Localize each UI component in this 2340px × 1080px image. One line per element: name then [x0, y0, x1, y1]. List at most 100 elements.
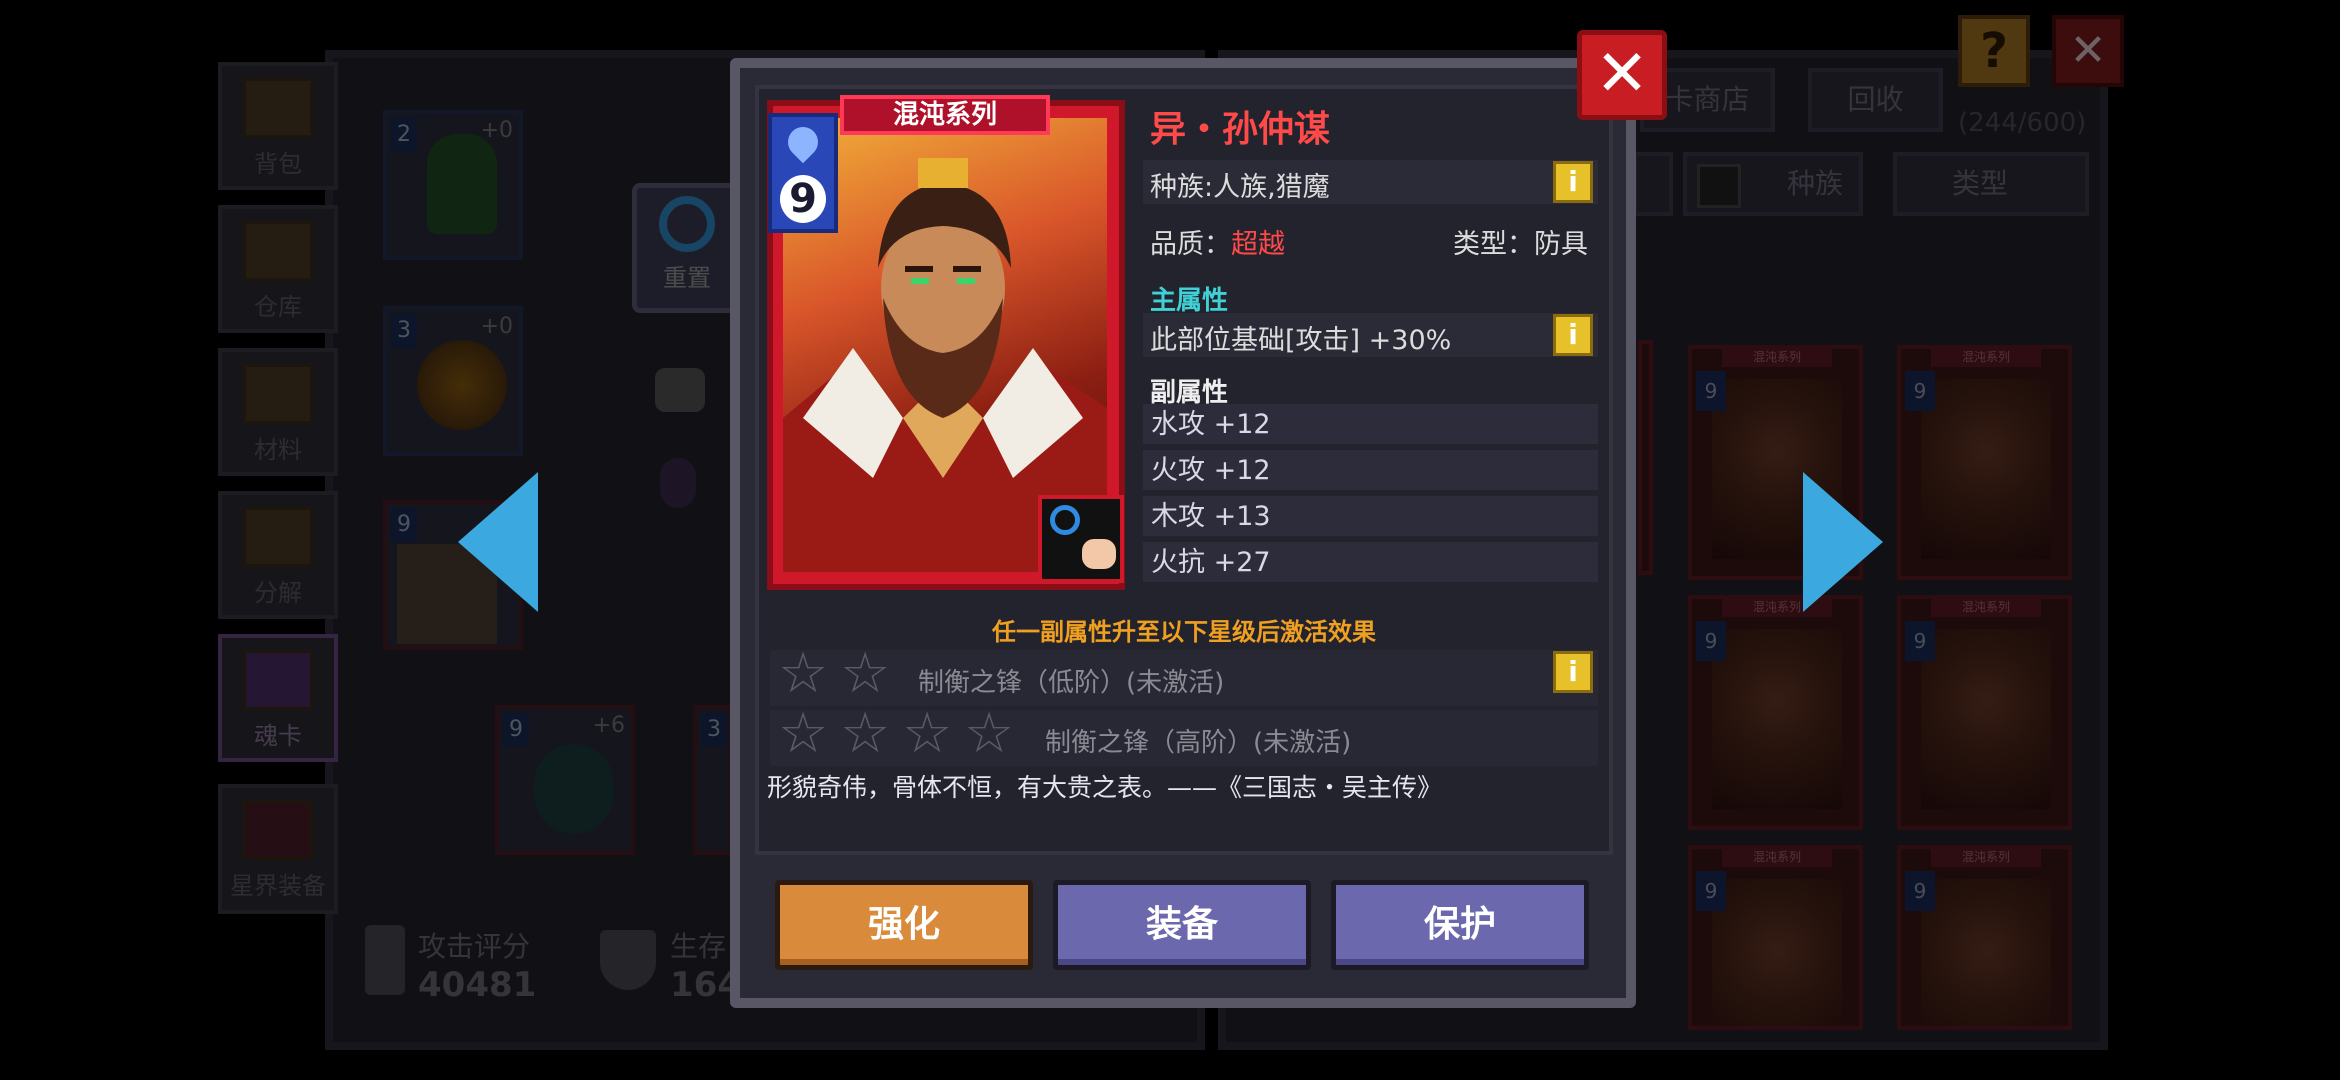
previous-card-arrow[interactable] — [458, 472, 538, 612]
quality-label: 品质： — [1150, 229, 1231, 260]
card-level: 3 — [701, 713, 727, 747]
materials-icon — [243, 364, 313, 424]
water-element-icon — [1050, 505, 1080, 535]
dialog-close-button[interactable]: ✕ — [1577, 30, 1667, 120]
card-list-item[interactable]: 混沌系列 9 — [1688, 595, 1863, 830]
inventory-card[interactable]: 3 +0 — [383, 306, 523, 456]
quality-value: 超越 — [1231, 229, 1285, 260]
info-icon: i — [1568, 655, 1578, 688]
race-text: 种族:人族,猎魔 — [1150, 172, 1330, 203]
inventory-card[interactable]: 2 +0 — [383, 110, 523, 260]
sidebar-item-label: 魂卡 — [254, 722, 302, 750]
card-list-item[interactable]: 混沌系列 9 — [1897, 595, 2072, 830]
card-element-badge — [1038, 495, 1124, 583]
card-series-tag: 混沌系列 — [1722, 849, 1832, 867]
info-icon: i — [1568, 318, 1578, 351]
survival-score-label: 生存 — [670, 930, 727, 963]
sidebar-item-warehouse[interactable]: 仓库 — [218, 205, 338, 333]
protect-button[interactable]: 保护 — [1331, 880, 1589, 970]
card-list-item[interactable]: 混沌系列 9 — [1897, 345, 2072, 580]
card-list-item[interactable] — [1638, 340, 1653, 575]
enhance-label: 强化 — [867, 904, 940, 945]
star-icon: ☆ — [778, 641, 829, 706]
card-flavor-quote: 形貌奇伟，骨体不恒，有大贵之表。——《三国志・吴主传》 — [767, 773, 1443, 802]
card-series-tag: 混沌系列 — [1931, 849, 2041, 867]
effect-info-button[interactable]: i — [1553, 651, 1593, 693]
sidebar-item-soul-card[interactable]: 魂卡 — [218, 634, 338, 762]
inventory-card[interactable]: 9 +6 — [495, 705, 635, 855]
astral-gear-icon — [243, 800, 313, 860]
type-filter-label: 类型 — [1952, 167, 2009, 200]
reset-button[interactable]: 重置 — [632, 183, 742, 313]
race-filter-dropdown[interactable]: 种族 — [1683, 152, 1863, 216]
card-level: 9 — [1696, 371, 1726, 411]
sub-attribute-row: 水攻 +12 — [1143, 404, 1598, 446]
protect-label: 保护 — [1423, 904, 1496, 945]
race-filter-label: 种族 — [1787, 167, 1844, 200]
card-level: 2 — [391, 118, 417, 152]
recycle-tab[interactable]: 回收 — [1808, 68, 1943, 132]
effect-text: 制衡之锋（低阶）(未激活) — [918, 668, 1225, 698]
sub-attribute-row: 木攻 +13 — [1143, 496, 1598, 538]
card-list-item[interactable]: 混沌系列 9 — [1897, 845, 2072, 1030]
shield-icon — [600, 930, 656, 990]
star-icon: ☆ — [840, 641, 891, 706]
sidebar-item-decompose[interactable]: 分解 — [218, 491, 338, 619]
card-level: 9 — [391, 508, 417, 542]
card-enhance-level: +6 — [592, 713, 625, 738]
card-series-tag: 混沌系列 — [840, 95, 1050, 135]
character-portrait — [1921, 629, 2051, 809]
reset-label: 重置 — [663, 264, 711, 292]
card-series-tag: 混沌系列 — [1931, 349, 2041, 367]
character-portrait — [1921, 379, 2051, 559]
element-icon — [660, 458, 696, 508]
type-filter-dropdown[interactable]: 类型 — [1893, 152, 2089, 216]
card-list-item[interactable]: 混沌系列 9 — [1688, 845, 1863, 1030]
sub-attribute-row: 火攻 +12 — [1143, 450, 1598, 492]
sub-attribute-row: 火抗 +27 — [1143, 542, 1598, 584]
star-icon: ☆ — [778, 701, 829, 766]
main-attribute-text: 此部位基础[攻击] +30% — [1150, 325, 1452, 356]
card-cost: 9 — [780, 175, 826, 223]
sidebar-item-label: 背包 — [254, 150, 302, 178]
card-level: 9 — [503, 713, 529, 747]
star-icon: ☆ — [840, 701, 891, 766]
backpack-icon — [243, 78, 313, 138]
card-series-tag: 混沌系列 — [1931, 599, 2041, 617]
equip-button[interactable]: 装备 — [1053, 880, 1311, 970]
sidebar-item-astral-gear[interactable]: 星界装备 — [218, 784, 338, 914]
fire-orb-icon — [417, 340, 507, 430]
capacity-counter: (244/600) — [1958, 108, 2087, 138]
inventory-card[interactable]: 3 — [693, 705, 733, 855]
effect-row-low: ☆ ☆ 制衡之锋（低阶）(未激活) — [770, 646, 1598, 706]
next-card-arrow[interactable] — [1803, 472, 1883, 612]
dice-icon — [1697, 164, 1741, 208]
sidebar-item-label: 仓库 — [254, 293, 302, 321]
enhance-button[interactable]: 强化 — [775, 880, 1033, 970]
attack-score-value: 40481 — [418, 965, 537, 1005]
card-shop-label: 卡商店 — [1665, 83, 1750, 116]
character-portrait — [1921, 879, 2051, 1026]
race-row: 种族:人族,猎魔 — [1143, 160, 1598, 204]
card-series-tag: 混沌系列 — [1722, 349, 1832, 367]
type-value: 防具 — [1534, 229, 1588, 260]
main-attribute-info-button[interactable]: i — [1553, 314, 1593, 356]
effect-row-high: ☆ ☆ ☆ ☆ 制衡之锋（高阶）(未激活) — [770, 706, 1598, 766]
card-level: 9 — [1905, 621, 1935, 661]
sidebar-item-backpack[interactable]: 背包 — [218, 62, 338, 190]
equip-label: 装备 — [1145, 904, 1218, 945]
skull-icon — [655, 368, 705, 412]
attack-score-label: 攻击评分 — [418, 930, 531, 963]
filter-dropdown[interactable] — [1633, 152, 1673, 216]
sidebar-item-label: 分解 — [254, 579, 302, 607]
sidebar-item-materials[interactable]: 材料 — [218, 348, 338, 476]
help-button[interactable]: ? — [1958, 15, 2030, 87]
close-screen-button[interactable]: ✕ — [2052, 15, 2124, 87]
star-icon: ☆ — [964, 701, 1015, 766]
star-icon: ☆ — [902, 701, 953, 766]
mana-drop-icon — [781, 120, 825, 164]
race-info-button[interactable]: i — [1553, 161, 1593, 203]
main-attribute-title: 主属性 — [1150, 286, 1229, 316]
character-portrait — [1712, 629, 1842, 809]
type-row: 类型：防具 — [1453, 222, 1588, 261]
